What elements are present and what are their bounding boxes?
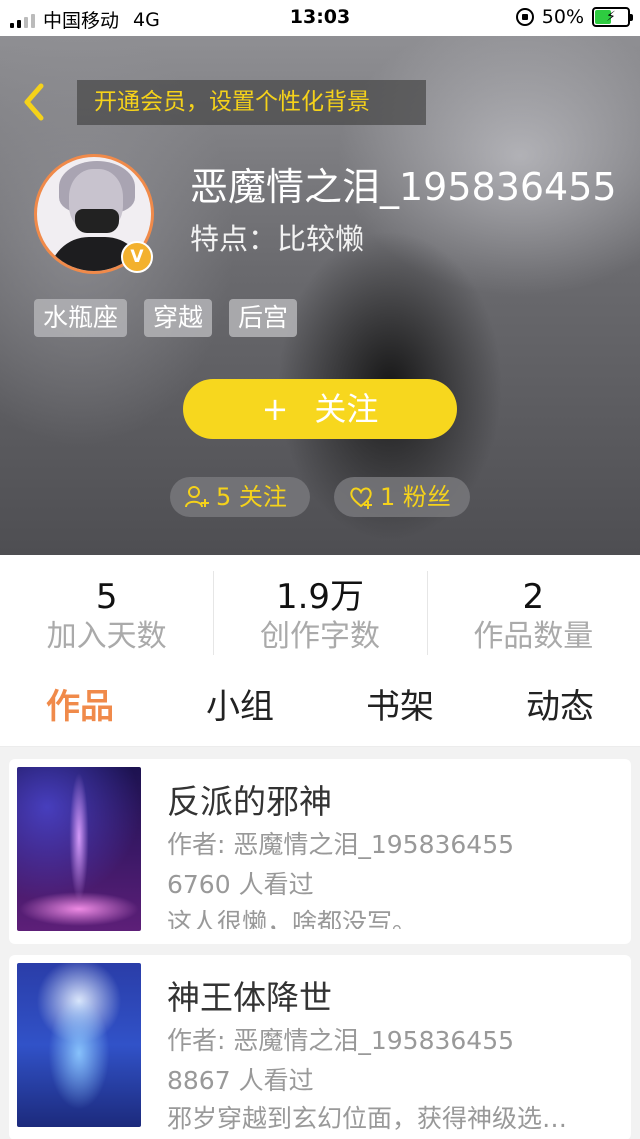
vip-badge-icon: V (121, 241, 153, 273)
battery-icon: ⚡ (592, 7, 633, 27)
work-author: 作者: 恶魔情之泪_195836455 (167, 1026, 515, 1055)
profile-tabs: 作品 小组 书架 动态 (0, 667, 640, 747)
stat-label: 加入天数 (46, 619, 167, 654)
stat-works-count: 2 作品数量 (426, 555, 640, 667)
battery-percent: 50% (541, 6, 584, 28)
tag-list: 水瓶座 穿越 后宫 (34, 299, 298, 337)
stat-value: 1.9万 (275, 577, 365, 617)
tab-groups[interactable]: 小组 (160, 667, 320, 746)
stat-label: 作品数量 (473, 619, 594, 654)
back-button[interactable] (14, 82, 54, 122)
rotation-lock-icon (515, 8, 534, 26)
vip-background-banner[interactable]: 开通会员，设置个性化背景 (77, 80, 426, 125)
tab-activity[interactable]: 动态 (480, 667, 640, 746)
user-trait: 特点：比较懒 (190, 222, 365, 256)
add-user-icon (185, 486, 209, 508)
work-author: 作者: 恶魔情之泪_195836455 (167, 830, 515, 859)
status-right: 50% ⚡ (515, 6, 633, 28)
stats-row: 5 加入天数 1.9万 创作字数 2 作品数量 (0, 555, 640, 667)
work-title: 反派的邪神 (167, 782, 332, 821)
stat-join-days: 5 加入天数 (0, 555, 213, 667)
status-bar: 中国移动 4G 13:03 50% ⚡ (0, 0, 640, 36)
work-description: 这人很懒，啥都没写。 (167, 908, 418, 929)
stat-label: 创作字数 (259, 619, 380, 654)
tab-bookshelf[interactable]: 书架 (320, 667, 480, 746)
follow-button[interactable]: + 关注 (183, 379, 457, 439)
heart-plus-icon (350, 487, 372, 509)
work-card[interactable]: 反派的邪神 作者: 恶魔情之泪_195836455 6760 人看过 这人很懒，… (9, 759, 631, 944)
username: 恶魔情之泪_195836455 (190, 165, 617, 209)
work-description: 邪岁穿越到玄幻位面，获得神级选… (167, 1104, 568, 1133)
work-views: 6760 人看过 (167, 870, 314, 899)
work-views: 8867 人看过 (167, 1066, 314, 1095)
stat-word-count: 1.9万 创作字数 (213, 555, 426, 667)
following-count-label: 5 关注 (216, 483, 287, 511)
tag-item: 后宫 (229, 299, 298, 337)
follow-button-label: 关注 (314, 390, 379, 428)
book-cover (17, 963, 141, 1127)
fans-count-label: 1 粉丝 (380, 483, 451, 511)
chevron-left-icon (24, 83, 44, 121)
plus-icon: + (261, 390, 289, 428)
profile-header: 开通会员，设置个性化背景 V 恶魔情之泪_195836455 特点：比较懒 水瓶… (0, 36, 640, 555)
book-cover (17, 767, 141, 931)
stat-value: 2 (522, 577, 545, 617)
work-title: 神王体降世 (167, 978, 332, 1017)
tab-works[interactable]: 作品 (0, 667, 160, 746)
following-count-button[interactable]: 5 关注 (170, 477, 310, 517)
fans-count-button[interactable]: 1 粉丝 (334, 477, 470, 517)
tag-item: 穿越 (144, 299, 213, 337)
stat-value: 5 (95, 577, 118, 617)
work-card[interactable]: 神王体降世 作者: 恶魔情之泪_195836455 8867 人看过 邪岁穿越到… (9, 955, 631, 1139)
tag-item: 水瓶座 (34, 299, 128, 337)
